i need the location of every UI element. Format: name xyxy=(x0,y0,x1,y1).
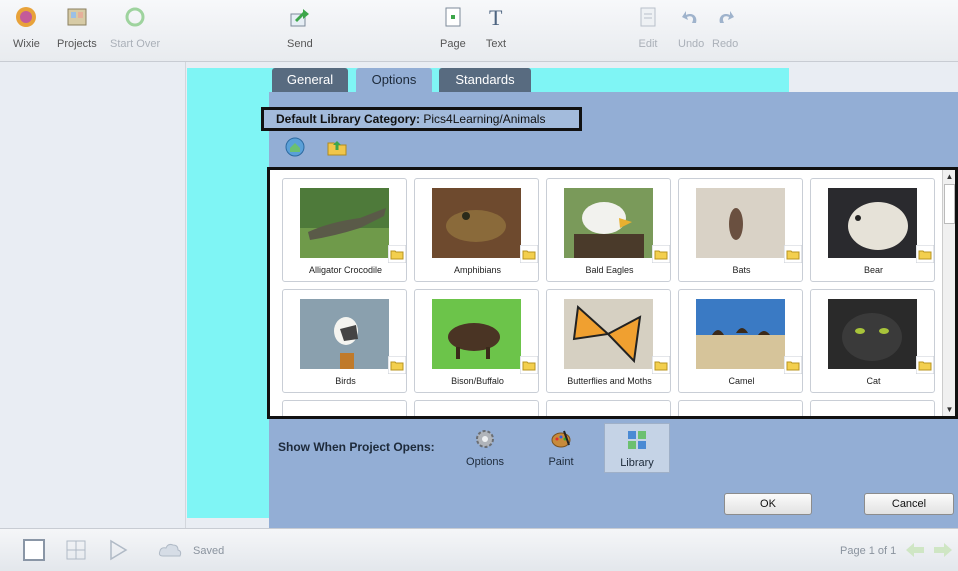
library-item-bald-eagles[interactable]: Bald Eagles xyxy=(546,178,671,282)
recycle-icon xyxy=(125,7,145,27)
play-icon[interactable] xyxy=(108,539,128,561)
paint-palette-icon xyxy=(551,430,571,448)
library-item-amphibians[interactable]: Amphibians xyxy=(414,178,539,282)
folder-icon xyxy=(784,356,802,374)
library-grid: Alligator Crocodile Amphibians Bald Eagl… xyxy=(267,167,958,419)
tab-general[interactable]: General xyxy=(272,68,348,92)
library-item-partial[interactable] xyxy=(414,400,539,416)
bottom-status-bar: Saved Page 1 of 1 xyxy=(0,528,958,571)
folder-icon xyxy=(388,356,406,374)
scroll-down-icon[interactable]: ▼ xyxy=(943,403,955,416)
alligator-photo xyxy=(300,188,389,258)
show-when-project-opens-label: Show When Project Opens: xyxy=(278,440,435,454)
top-toolbar: Wixie Projects Start Over Send Page T Te… xyxy=(0,0,958,62)
scroll-thumb[interactable] xyxy=(944,184,955,224)
library-item-partial[interactable] xyxy=(282,400,407,416)
text-button[interactable]: T Text xyxy=(485,6,507,50)
edit-button[interactable]: Edit xyxy=(637,6,659,50)
frog-photo xyxy=(432,188,521,258)
library-item-bison[interactable]: Bison/Buffalo xyxy=(414,289,539,393)
page-thumbnails-panel xyxy=(0,62,186,528)
library-home-icon[interactable] xyxy=(284,136,306,158)
cancel-button[interactable]: Cancel xyxy=(864,493,954,515)
redo-button[interactable]: Redo xyxy=(712,6,738,50)
projects-icon xyxy=(67,8,87,26)
workspace-background xyxy=(789,62,958,92)
folder-icon xyxy=(652,356,670,374)
folder-icon xyxy=(520,356,538,374)
redo-arrow-icon xyxy=(719,11,735,23)
undo-arrow-icon xyxy=(682,11,697,23)
folder-icon xyxy=(520,245,538,263)
folder-icon xyxy=(652,245,670,263)
wixie-logo-icon xyxy=(16,7,37,27)
camel-photo xyxy=(696,299,785,369)
single-view-icon[interactable] xyxy=(22,538,46,562)
bat-photo xyxy=(696,188,785,258)
previous-page-icon[interactable] xyxy=(904,541,926,559)
library-item-alligator[interactable]: Alligator Crocodile xyxy=(282,178,407,282)
gear-icon xyxy=(476,430,494,448)
wixie-button[interactable]: Wixie xyxy=(13,6,40,50)
page-icon xyxy=(445,7,461,27)
library-item-partial[interactable] xyxy=(678,400,803,416)
tab-options[interactable]: Options xyxy=(356,68,432,92)
page-counter: Page 1 of 1 xyxy=(840,545,897,557)
library-item-partial[interactable] xyxy=(810,400,935,416)
open-with-library-button[interactable]: Library xyxy=(604,423,670,473)
seagull-photo xyxy=(300,299,389,369)
ok-button[interactable]: OK xyxy=(724,493,812,515)
folder-icon xyxy=(784,245,802,263)
folder-icon xyxy=(388,245,406,263)
send-arrow-icon xyxy=(290,9,309,27)
library-item-butterflies[interactable]: Butterflies and Moths xyxy=(546,289,671,393)
folder-up-icon[interactable] xyxy=(326,136,348,158)
library-item-bats[interactable]: Bats xyxy=(678,178,803,282)
send-button[interactable]: Send xyxy=(287,6,313,50)
polar-bear-photo xyxy=(828,188,917,258)
folder-icon xyxy=(916,356,934,374)
saved-status: Saved xyxy=(193,545,225,557)
library-item-cat[interactable]: Cat xyxy=(810,289,935,393)
folder-icon xyxy=(916,245,934,263)
library-scrollbar[interactable]: ▲ ▼ xyxy=(942,170,955,416)
cat-photo xyxy=(828,299,917,369)
library-item-partial[interactable] xyxy=(546,400,671,416)
page-button[interactable]: Page xyxy=(440,6,466,50)
butterfly-photo xyxy=(564,299,653,369)
start-over-button[interactable]: Start Over xyxy=(110,6,160,50)
library-item-bear[interactable]: Bear xyxy=(810,178,935,282)
default-library-category: Default Library Category: Pics4Learning/… xyxy=(261,107,582,131)
open-with-paint-button[interactable]: Paint xyxy=(528,423,594,473)
undo-button[interactable]: Undo xyxy=(678,6,704,50)
bison-photo xyxy=(432,299,521,369)
library-item-camel[interactable]: Camel xyxy=(678,289,803,393)
open-with-options-button[interactable]: Options xyxy=(452,423,518,473)
svg-text:T: T xyxy=(489,6,503,28)
library-item-birds[interactable]: Birds xyxy=(282,289,407,393)
edit-icon xyxy=(640,7,656,27)
cloud-save-icon xyxy=(158,543,182,557)
tab-standards[interactable]: Standards xyxy=(439,68,531,92)
projects-button[interactable]: Projects xyxy=(57,6,97,50)
eagle-photo xyxy=(564,188,653,258)
library-grid-icon xyxy=(628,431,646,449)
text-t-icon: T xyxy=(489,6,503,28)
next-page-icon[interactable] xyxy=(932,541,954,559)
grid-view-icon[interactable] xyxy=(66,540,86,560)
scroll-up-icon[interactable]: ▲ xyxy=(943,170,955,183)
